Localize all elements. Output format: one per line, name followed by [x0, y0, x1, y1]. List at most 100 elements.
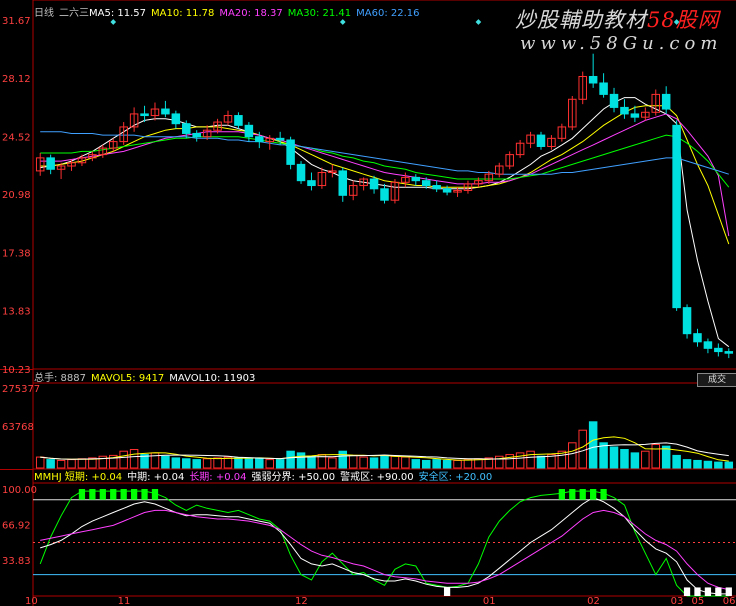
candle[interactable] [620, 99, 629, 119]
candle[interactable] [348, 180, 358, 201]
volume-bar-layer[interactable] [35, 421, 734, 469]
candle[interactable] [515, 139, 525, 158]
volume-bar[interactable] [369, 457, 379, 469]
volume-bar[interactable] [213, 457, 222, 469]
volume-bar[interactable] [265, 459, 274, 469]
volume-bar[interactable] [672, 454, 681, 469]
volume-bar[interactable] [77, 458, 87, 469]
volume-bar[interactable] [463, 459, 473, 469]
volume-bar[interactable] [244, 458, 254, 469]
candle[interactable] [526, 131, 535, 149]
candle[interactable] [359, 177, 368, 191]
candle[interactable] [35, 152, 45, 176]
volume-bar[interactable] [703, 460, 713, 469]
volume-bar[interactable] [359, 456, 368, 469]
volume-bar[interactable] [515, 452, 525, 469]
volume-bar[interactable] [255, 457, 264, 469]
candle[interactable] [714, 343, 723, 357]
volume-bar[interactable] [296, 452, 306, 469]
volume-bar[interactable] [171, 457, 181, 469]
candle[interactable] [693, 328, 702, 347]
candle[interactable] [338, 167, 348, 202]
candle[interactable] [661, 86, 671, 114]
volume-bar[interactable] [609, 446, 619, 469]
candle[interactable] [171, 110, 181, 129]
volume-bar[interactable] [192, 459, 201, 469]
volume-bar[interactable] [432, 459, 441, 469]
candle[interactable] [672, 120, 681, 311]
volume-bar[interactable] [442, 459, 452, 469]
candle[interactable] [223, 110, 233, 126]
candle[interactable] [411, 174, 421, 186]
volume-bar[interactable] [56, 459, 66, 469]
volume-bar[interactable] [307, 455, 316, 469]
volume-bar[interactable] [641, 450, 650, 469]
candle[interactable] [150, 102, 160, 121]
volume-bar[interactable] [119, 450, 128, 469]
candle[interactable] [724, 348, 734, 359]
volume-bar[interactable] [411, 459, 421, 469]
volume-bar[interactable] [46, 459, 55, 469]
volume-bar[interactable] [630, 452, 640, 469]
volume-bar[interactable] [401, 456, 410, 469]
volume-bar[interactable] [161, 455, 170, 469]
candle[interactable] [588, 53, 598, 88]
candle[interactable] [703, 338, 713, 354]
candle[interactable] [67, 159, 76, 171]
candle[interactable] [129, 107, 139, 132]
volume-bar[interactable] [286, 450, 295, 469]
volume-bar[interactable] [328, 457, 337, 469]
volume-bar[interactable] [202, 458, 212, 469]
candle[interactable] [641, 107, 650, 121]
candle[interactable] [380, 183, 389, 204]
volume-bar[interactable] [693, 459, 702, 469]
candle[interactable] [536, 131, 546, 150]
volume-bar[interactable] [35, 456, 45, 469]
candle[interactable] [557, 123, 567, 142]
volume-bar[interactable] [682, 459, 692, 469]
volume-bar[interactable] [348, 454, 358, 469]
candle[interactable] [390, 179, 400, 204]
candle[interactable] [651, 89, 661, 116]
volume-bar[interactable] [234, 457, 243, 469]
candle[interactable] [682, 304, 692, 339]
volume-bar[interactable] [578, 429, 587, 469]
candle[interactable] [495, 162, 504, 178]
candle[interactable] [286, 136, 295, 170]
volume-bar[interactable] [182, 458, 191, 469]
volume-bar[interactable] [526, 450, 535, 469]
volume-bar[interactable] [67, 459, 76, 469]
candle[interactable] [505, 151, 514, 170]
candle[interactable] [317, 167, 327, 189]
candle[interactable] [578, 71, 587, 105]
volume-bar[interactable] [380, 454, 389, 469]
volume-bar[interactable] [390, 455, 400, 469]
volume-bar[interactable] [714, 461, 723, 469]
volume-bar[interactable] [568, 442, 577, 469]
candle[interactable] [234, 112, 243, 129]
volume-bar[interactable] [536, 455, 546, 469]
volume-bar[interactable] [453, 459, 462, 469]
candle[interactable] [547, 135, 556, 150]
candle[interactable] [192, 130, 201, 142]
volume-bar[interactable] [338, 450, 348, 469]
candle[interactable] [609, 87, 619, 113]
candle[interactable] [599, 73, 608, 98]
candle[interactable] [46, 154, 55, 175]
candle[interactable] [161, 100, 170, 118]
volume-mode-button[interactable]: 成交 [697, 373, 736, 387]
volume-bar[interactable] [588, 421, 598, 469]
volume-bar[interactable] [620, 449, 629, 469]
volume-bar[interactable] [724, 461, 734, 469]
volume-bar[interactable] [651, 443, 661, 469]
candlestick-layer[interactable] [35, 53, 734, 359]
candle[interactable] [401, 172, 410, 188]
volume-bar[interactable] [129, 449, 139, 469]
candle[interactable] [432, 180, 441, 193]
candle[interactable] [296, 161, 306, 184]
volume-bar[interactable] [421, 459, 431, 469]
candle[interactable] [328, 164, 337, 178]
candle[interactable] [307, 172, 316, 191]
candle[interactable] [568, 96, 577, 131]
volume-bar[interactable] [275, 459, 285, 469]
